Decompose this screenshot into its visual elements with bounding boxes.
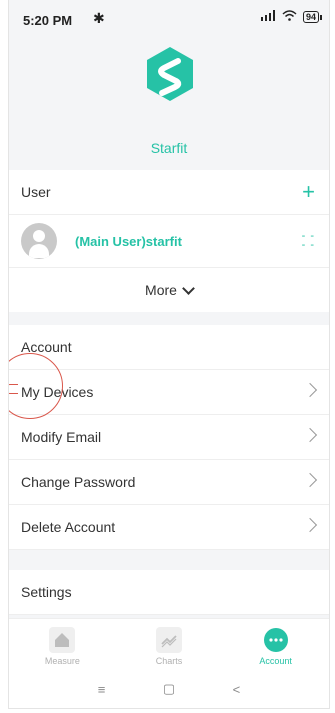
bottom-tab-bar: Measure Charts Account — [9, 618, 329, 671]
menu-item-delete-account[interactable]: Delete Account — [9, 505, 329, 550]
phone-screen: 5:20 PM ✱ 94 Starfit User + (Main User)s… — [8, 0, 330, 709]
status-icons: 94 — [260, 10, 323, 24]
settings-section-title: Settings — [9, 570, 329, 615]
avatar — [21, 223, 57, 259]
menu-item-modify-email[interactable]: Modify Email — [9, 415, 329, 460]
app-header: Starfit — [9, 34, 329, 170]
annotation-pointer — [9, 384, 18, 394]
user-name: (Main User)starfit — [75, 233, 182, 249]
signal-icon — [260, 10, 276, 24]
back-button[interactable]: < — [233, 682, 241, 697]
chart-icon — [156, 627, 182, 653]
user-list-item[interactable]: (Main User)starfit - -- - — [9, 215, 329, 268]
more-label: More — [145, 282, 177, 298]
home-icon — [49, 627, 76, 653]
tab-account-label: Account — [259, 656, 292, 666]
more-button[interactable]: More — [9, 268, 329, 312]
chevron-down-icon — [182, 281, 195, 295]
tab-account[interactable]: Account — [222, 619, 329, 671]
status-time: 5:20 PM — [23, 13, 73, 28]
recent-apps-button[interactable]: ≡ — [98, 682, 106, 697]
home-button[interactable]: ▢ — [163, 681, 175, 697]
tab-charts-label: Charts — [155, 656, 183, 666]
status-bar: 5:20 PM ✱ 94 — [9, 0, 329, 34]
more-icon — [263, 628, 288, 652]
chevron-right-icon — [302, 472, 318, 488]
add-user-button[interactable]: + — [302, 179, 315, 205]
user-section: User + (Main User)starfit - -- - More — [9, 170, 329, 312]
wifi-icon — [282, 10, 297, 24]
settings-title-label: Settings — [21, 584, 72, 600]
battery-icon: 94 — [302, 11, 323, 23]
brand-name: Starfit — [150, 140, 188, 156]
system-nav-bar: ≡ ▢ < — [9, 670, 329, 708]
chevron-right-icon — [302, 427, 318, 443]
starfit-logo-icon — [147, 47, 193, 101]
tab-measure-label: Measure — [44, 656, 80, 666]
chevron-right-icon — [302, 517, 318, 533]
menu-item-label: Change Password — [21, 474, 136, 490]
account-section: Account My Devices Modify Email Change P… — [9, 325, 329, 550]
bluetooth-icon: ✱ — [93, 10, 105, 26]
tab-charts[interactable]: Charts — [116, 619, 223, 671]
account-section-title: Account — [9, 325, 329, 370]
user-options-icon[interactable]: - -- - — [302, 231, 315, 251]
menu-item-change-password[interactable]: Change Password — [9, 460, 329, 505]
chevron-right-icon — [302, 382, 318, 398]
menu-item-label: Modify Email — [21, 429, 102, 445]
menu-item-label: Delete Account — [21, 519, 116, 535]
settings-section: Settings — [9, 570, 329, 615]
user-section-header: User + — [9, 170, 329, 215]
tab-measure[interactable]: Measure — [9, 619, 116, 671]
user-section-title: User — [21, 184, 51, 200]
